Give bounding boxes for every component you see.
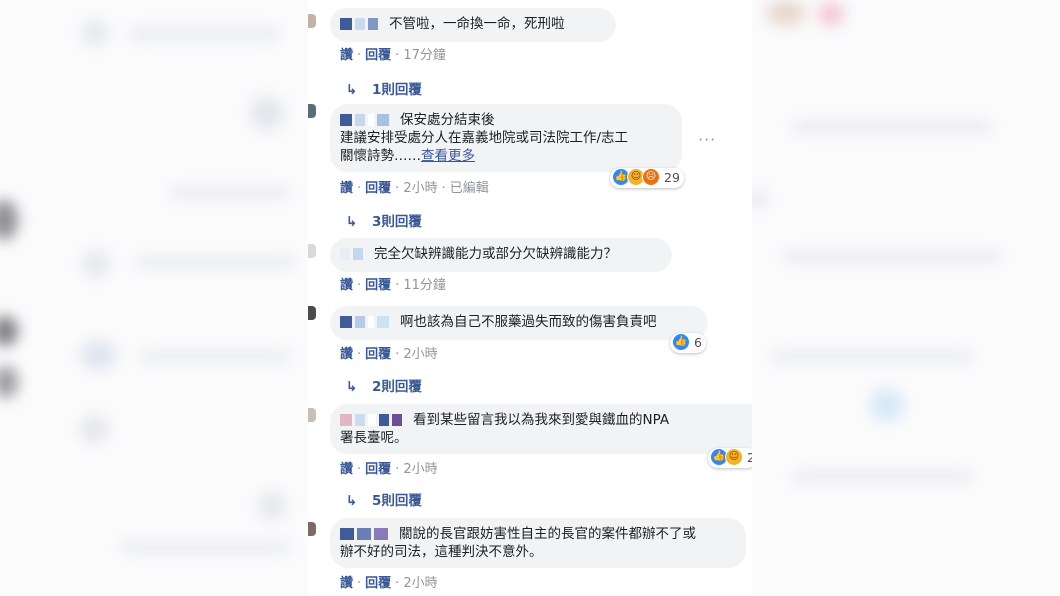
comment-bubble: 不管啦，一命換一命，死刑啦 <box>330 8 616 42</box>
commenter-name[interactable] <box>340 414 405 426</box>
comment-actions: 讚 · 回覆 · 2小時 <box>340 347 438 362</box>
reply-button[interactable]: 回覆 <box>365 278 391 293</box>
comment-bubble: 保安處分結束後 建議安排受處分人在嘉義地院或司法院工作/志工 關懷詩勢……查看更… <box>330 104 682 172</box>
like-button[interactable]: 讚 <box>340 278 353 293</box>
like-icon: 👍 <box>672 333 690 351</box>
timestamp[interactable]: 2小時 <box>403 462 437 477</box>
reply-button[interactable]: 回覆 <box>365 181 391 196</box>
reactions-badge[interactable]: 👍 6 <box>670 333 706 353</box>
avatar[interactable] <box>308 104 316 118</box>
comment-actions: 讚 · 回覆 · 11分鐘 <box>340 278 446 293</box>
see-more-link[interactable]: 查看更多 <box>421 148 475 164</box>
comment-actions: 讚 · 回覆 · 2小時 <box>340 462 438 477</box>
reply-arrow-icon: ↳ <box>346 493 358 509</box>
like-button[interactable]: 讚 <box>340 181 353 196</box>
haha-icon: ☺ <box>725 448 743 466</box>
blurred-background-left <box>0 0 308 596</box>
avatar[interactable] <box>308 306 316 320</box>
commenter-name[interactable] <box>340 316 392 328</box>
timestamp[interactable]: 17分鐘 <box>403 48 446 63</box>
more-options-icon[interactable]: ··· <box>698 130 716 149</box>
commenter-name[interactable] <box>340 114 392 126</box>
view-replies-link[interactable]: ↳ 2則回覆 <box>346 375 422 395</box>
comment-bubble: 完全欠缺辨識能力或部分欠缺辨識能力？ <box>330 238 672 272</box>
commenter-name[interactable] <box>340 248 366 260</box>
reply-arrow-icon: ↳ <box>346 379 358 395</box>
view-replies-link[interactable]: ↳ 3則回覆 <box>346 210 422 230</box>
edited-label[interactable]: 已編輯 <box>450 181 489 196</box>
reply-button[interactable]: 回覆 <box>365 48 391 63</box>
like-button[interactable]: 讚 <box>340 462 353 477</box>
like-button[interactable]: 讚 <box>340 347 353 362</box>
timestamp[interactable]: 2小時 <box>403 347 437 362</box>
comment-text: 完全欠缺辨識能力或部分欠缺辨識能力？ <box>374 246 617 262</box>
comment-text: 啊也該為自己不服藥過失而致的傷害負責吧 <box>400 314 657 330</box>
comment-bubble: 關說的長官跟妨害性自主的長官的案件都辦不了或 辦不好的司法，這種判決不意外。 <box>330 518 746 568</box>
comment-text-line2: 辦不好的司法，這種判決不意外。 <box>340 544 543 560</box>
comments-column: 不管啦，一命換一命，死刑啦 讚 · 回覆 · 17分鐘 ↳ 1則回覆 保安處分結束後 建議… <box>308 0 752 596</box>
timestamp[interactable]: 2小時 <box>403 181 437 196</box>
reply-button[interactable]: 回覆 <box>365 462 391 477</box>
reactions-count: 2 <box>747 450 752 465</box>
view-replies-link[interactable]: ↳ 1則回覆 <box>346 78 422 98</box>
blurred-background-right <box>752 0 1060 596</box>
comment-text-line3: 關懷詩勢…… <box>340 148 421 164</box>
timestamp[interactable]: 11分鐘 <box>403 278 446 293</box>
reactions-count: 6 <box>694 335 702 350</box>
reactions-badge[interactable]: 👍 ☺ 2 <box>708 448 752 468</box>
reply-button[interactable]: 回覆 <box>365 576 391 591</box>
comment-bubble: 看到某些留言我以為我來到愛與鐵血的NPA 署長臺呢。 <box>330 404 752 454</box>
screenshot-stage: 不管啦，一命換一命，死刑啦 讚 · 回覆 · 17分鐘 ↳ 1則回覆 保安處分結束後 建議… <box>0 0 1060 596</box>
comment-text-line1: 保安處分結束後 <box>400 112 495 128</box>
comment-text-line2: 署長臺呢。 <box>340 430 408 446</box>
comment-actions: 讚 · 回覆 · 2小時 · 已編輯 <box>340 181 489 196</box>
comment-text-line1: 看到某些留言我以為我來到愛與鐵血的NPA <box>413 412 670 428</box>
avatar[interactable] <box>308 408 316 422</box>
like-button[interactable]: 讚 <box>340 48 353 63</box>
commenter-name[interactable] <box>340 528 391 540</box>
angry-icon: ☹ <box>642 168 660 186</box>
reactions-count: 29 <box>664 170 680 185</box>
comment-text-line1: 關說的長官跟妨害性自主的長官的案件都辦不了或 <box>399 526 696 542</box>
comment-actions: 讚 · 回覆 · 2小時 <box>340 576 438 591</box>
avatar[interactable] <box>308 522 316 536</box>
reply-arrow-icon: ↳ <box>346 82 358 98</box>
reply-arrow-icon: ↳ <box>346 214 358 230</box>
comment-actions: 讚 · 回覆 · 17分鐘 <box>340 48 446 63</box>
comment-text: 不管啦，一命換一命，死刑啦 <box>389 16 565 32</box>
avatar[interactable] <box>308 244 316 258</box>
view-replies-link[interactable]: ↳ 5則回覆 <box>346 489 422 509</box>
comment-bubble: 啊也該為自己不服藥過失而致的傷害負責吧 <box>330 306 708 340</box>
reply-button[interactable]: 回覆 <box>365 347 391 362</box>
reactions-badge[interactable]: 👍 ☺ ☹ 29 <box>610 168 684 188</box>
like-button[interactable]: 讚 <box>340 576 353 591</box>
avatar[interactable] <box>308 14 316 28</box>
timestamp[interactable]: 2小時 <box>403 576 437 591</box>
commenter-name[interactable] <box>340 18 381 30</box>
comment-text-line2: 建議安排受處分人在嘉義地院或司法院工作/志工 <box>340 130 629 146</box>
